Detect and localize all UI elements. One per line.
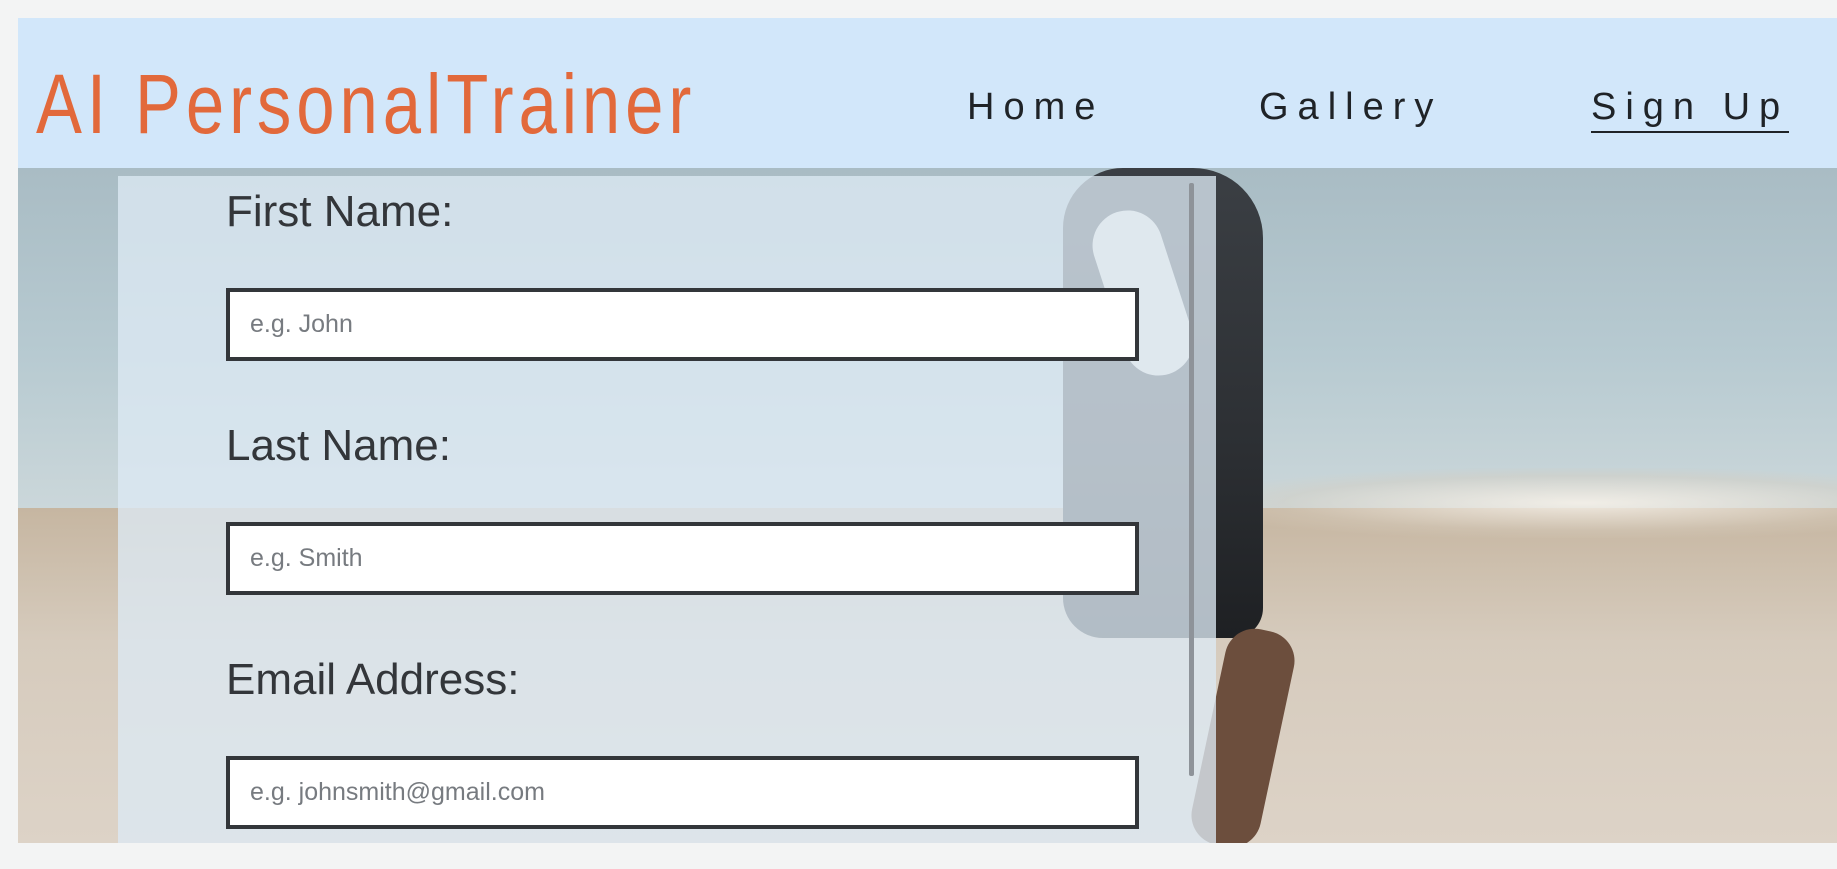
form-scrollbar[interactable] xyxy=(1189,183,1194,776)
site-logo[interactable]: AI PersonalTrainer xyxy=(36,62,696,146)
first-name-label: First Name: xyxy=(226,187,454,236)
nav-home-link[interactable]: Home xyxy=(967,88,1104,126)
first-name-input[interactable] xyxy=(226,288,1139,361)
last-name-label: Last Name: xyxy=(226,421,451,470)
hero-background-image xyxy=(18,168,1837,843)
hero-wave-foam xyxy=(1198,468,1837,538)
site-header: AI PersonalTrainer Home Gallery Sign Up xyxy=(18,18,1837,168)
email-label: Email Address: xyxy=(226,655,520,704)
nav-signup-link[interactable]: Sign Up xyxy=(1591,88,1790,133)
last-name-input[interactable] xyxy=(226,522,1139,595)
email-input[interactable] xyxy=(226,756,1139,829)
signup-form-panel xyxy=(118,176,1216,843)
nav-gallery-link[interactable]: Gallery xyxy=(1259,88,1442,126)
browser-viewport: AI PersonalTrainer Home Gallery Sign Up … xyxy=(18,18,1837,843)
